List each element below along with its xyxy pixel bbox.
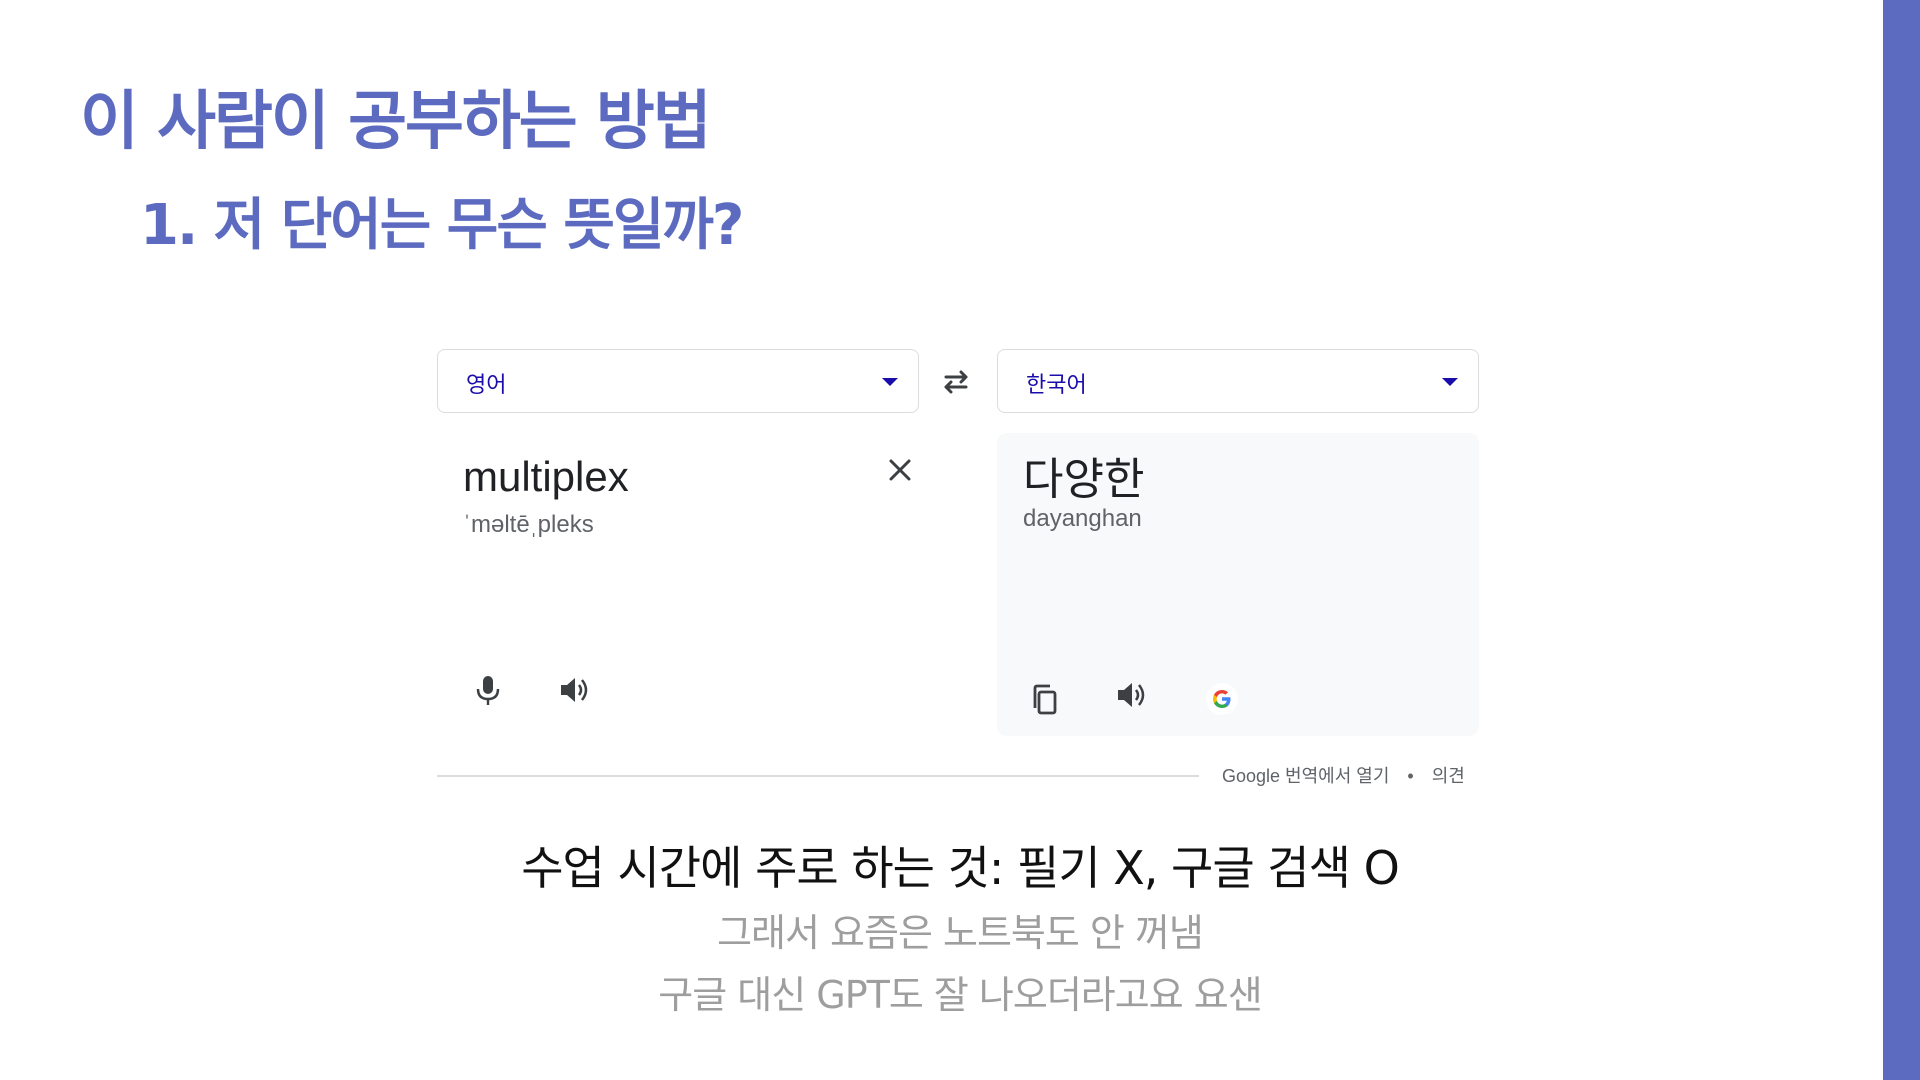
slide-subtitle: 1. 저 단어는 무슨 뜻일까? bbox=[140, 193, 744, 258]
swap-arrows-icon[interactable] bbox=[940, 368, 972, 396]
chevron-down-icon bbox=[1442, 378, 1458, 386]
source-phonetic: ˈməltēˌpleks bbox=[463, 511, 594, 538]
divider bbox=[437, 775, 1199, 777]
target-text-panel: 다양한 dayanghan bbox=[997, 433, 1479, 736]
close-icon[interactable] bbox=[887, 457, 913, 483]
feedback-link[interactable]: 의견 bbox=[1432, 766, 1465, 786]
separator-dot: • bbox=[1407, 766, 1414, 786]
note-line-1: 수업 시간에 주로 하는 것: 필기 X, 구글 검색 O bbox=[521, 841, 1400, 895]
footer-links: Google 번역에서 열기 • 의견 bbox=[1222, 762, 1465, 788]
open-in-google-translate-link[interactable]: Google 번역에서 열기 bbox=[1222, 766, 1389, 786]
source-text[interactable]: multiplex bbox=[463, 453, 629, 501]
speaker-icon[interactable] bbox=[558, 673, 592, 707]
target-text: 다양한 bbox=[1023, 454, 1145, 505]
note-line-2: 그래서 요즘은 노트북도 안 꺼냄 bbox=[717, 911, 1204, 955]
target-language-select[interactable]: 한국어 bbox=[997, 349, 1479, 413]
microphone-icon[interactable] bbox=[471, 673, 505, 707]
chevron-down-icon bbox=[882, 378, 898, 386]
google-g-icon[interactable] bbox=[1205, 682, 1239, 716]
speaker-icon[interactable] bbox=[1115, 678, 1149, 712]
source-language-select[interactable]: 영어 bbox=[437, 349, 919, 413]
note-line-3: 구글 대신 GPT도 잘 나오더라고요 요샌 bbox=[658, 973, 1262, 1017]
copy-icon[interactable] bbox=[1028, 683, 1062, 717]
source-language-label: 영어 bbox=[466, 373, 507, 398]
target-romanization: dayanghan bbox=[1023, 505, 1142, 532]
source-text-panel[interactable]: multiplex ˈməltēˌpleks bbox=[437, 433, 919, 736]
target-language-label: 한국어 bbox=[1026, 373, 1087, 398]
slide-title: 이 사람이 공부하는 방법 bbox=[80, 85, 712, 159]
